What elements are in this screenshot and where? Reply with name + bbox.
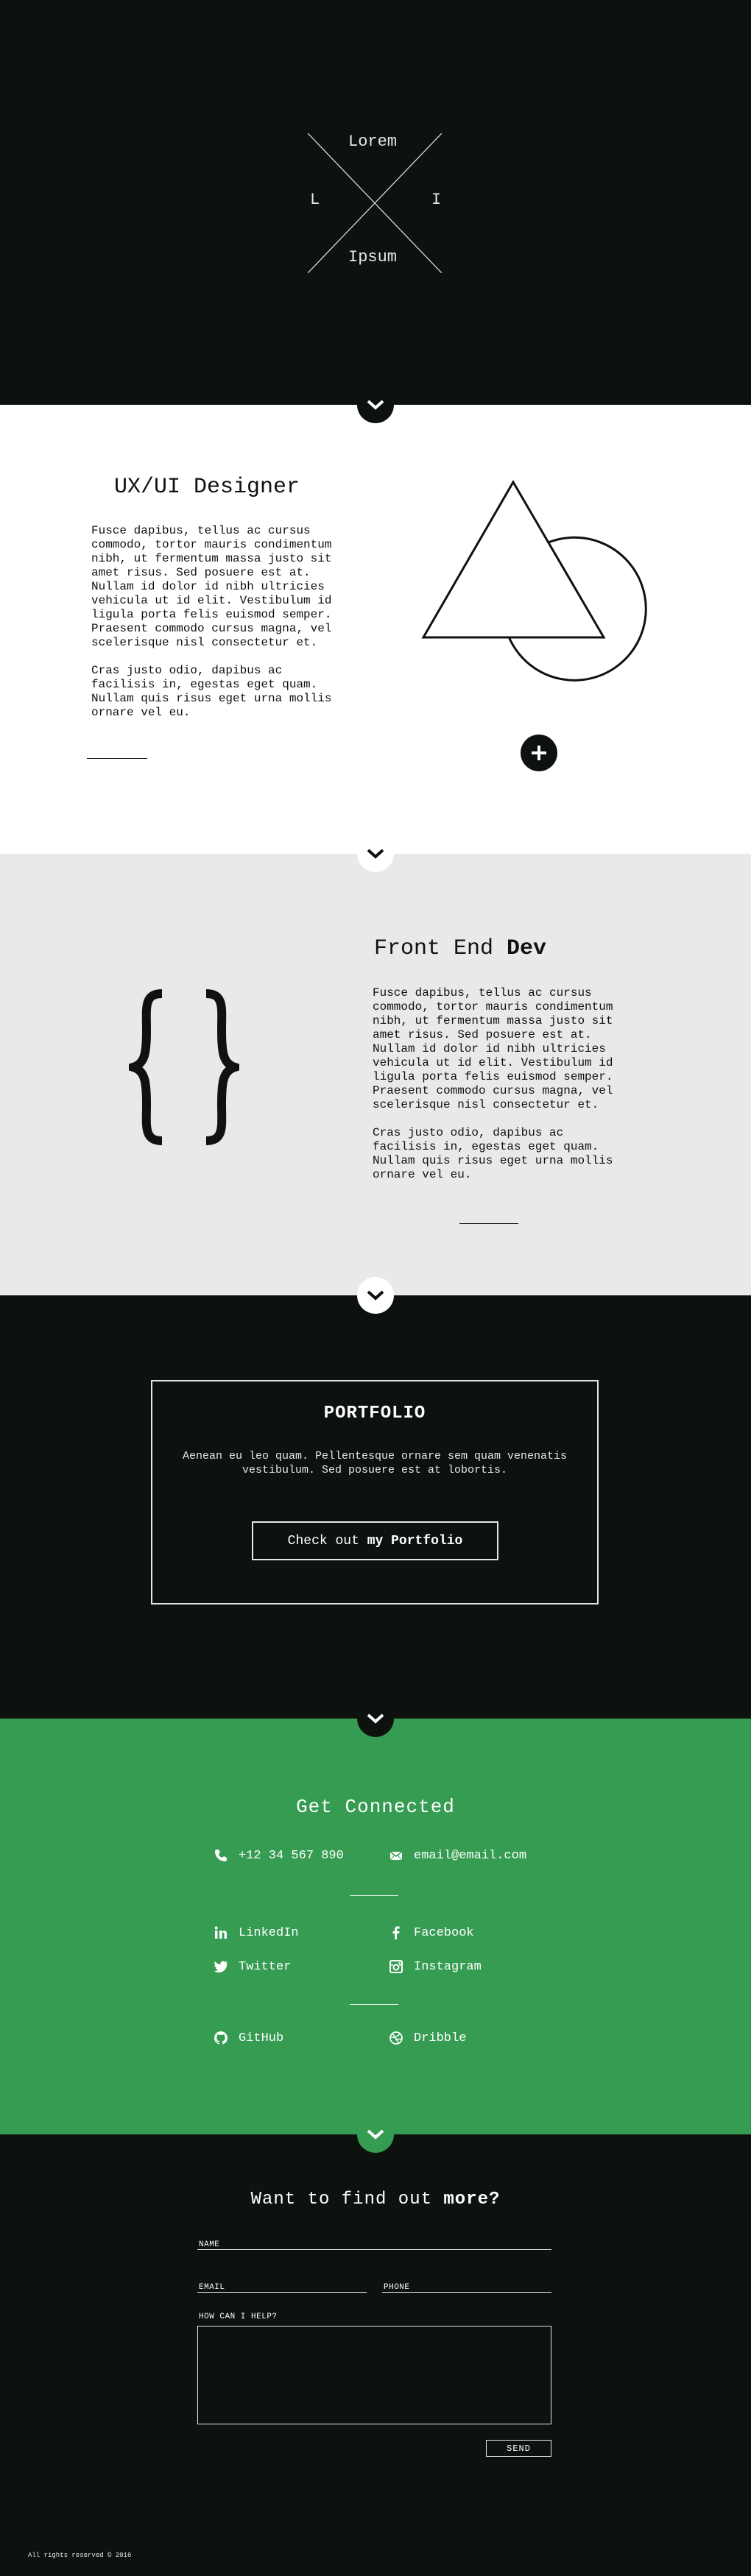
chevron-down-icon: [367, 1713, 384, 1724]
name-input[interactable]: [197, 2234, 551, 2249]
contact-title-part1: Want to find out: [250, 2190, 444, 2209]
front-end-title: Front End Dev: [374, 936, 546, 961]
contact-title-part2: more?: [443, 2190, 501, 2209]
contact-title: Want to find out more?: [0, 2190, 751, 2209]
facebook-icon: [392, 1926, 400, 1939]
chevron-down-icon: [367, 2129, 384, 2140]
footer-copyright: All rights reserved © 2016: [28, 2552, 132, 2559]
portfolio-text: Aenean eu leo quam. Pellentesque ornare …: [182, 1450, 568, 1476]
front-end-title-part1: Front End: [374, 936, 507, 961]
front-end-paragraph-1: Fusce dapibus, tellus ac cursus commodo,…: [373, 986, 613, 1111]
front-end-section: Front End Dev Fusce dapibus, tellus ac c…: [0, 854, 751, 1314]
instagram-text: Instagram: [414, 1959, 482, 1974]
scroll-down-button[interactable]: [357, 2116, 394, 2153]
name-underline: [197, 2249, 551, 2250]
ux-text: Fusce dapibus, tellus ac cursus commodo,…: [91, 524, 343, 734]
ux-section: UX/UI Designer Fusce dapibus, tellus ac …: [0, 405, 751, 872]
dribbble-link[interactable]: Dribble: [389, 2031, 466, 2045]
curly-braces-icon: [129, 989, 239, 1145]
email-link[interactable]: email@email.com: [389, 1848, 526, 1863]
ux-title: UX/UI Designer: [114, 475, 300, 500]
scroll-down-button[interactable]: [357, 386, 394, 423]
instagram-link[interactable]: Instagram: [389, 1959, 482, 1974]
front-end-title-part2: Dev: [507, 936, 547, 961]
email-input[interactable]: [197, 2277, 367, 2292]
add-button[interactable]: [521, 735, 557, 771]
front-end-paragraph-2: Cras justo odio, dapibus ac facilisis in…: [373, 1126, 613, 1181]
linkedin-icon: [214, 1926, 227, 1939]
contact-section: Want to find out more? NAME EMAIL PHONE …: [0, 2134, 751, 2576]
hero-section: Lorem Ipsum L I: [0, 0, 751, 423]
portfolio-title: PORTFOLIO: [323, 1404, 426, 1423]
phone-icon: [215, 1850, 227, 1861]
twitter-text: Twitter: [239, 1959, 292, 1974]
linkedin-text: LinkedIn: [239, 1925, 299, 1940]
github-text: GitHub: [239, 2031, 284, 2045]
email-text: email@email.com: [414, 1848, 527, 1863]
triangle-circle-graphic: [421, 480, 647, 682]
plus-icon: [532, 746, 546, 760]
envelope-icon: [389, 1851, 403, 1861]
connect-divider-2: [350, 2004, 398, 2005]
linkedin-link[interactable]: LinkedIn: [214, 1925, 299, 1940]
ux-paragraph-1: Fusce dapibus, tellus ac cursus commodo,…: [91, 524, 332, 649]
front-end-divider: [459, 1223, 518, 1224]
portfolio-button[interactable]: Check out my Portfolio: [252, 1521, 498, 1560]
front-end-text: Fusce dapibus, tellus ac cursus commodo,…: [373, 986, 627, 1196]
scroll-down-button[interactable]: [357, 1277, 394, 1314]
scroll-down-button[interactable]: [357, 835, 394, 872]
facebook-text: Facebook: [414, 1925, 474, 1940]
ux-divider: [87, 758, 147, 759]
logo-bottom-text: Ipsum: [348, 248, 398, 266]
ux-paragraph-2: Cras justo odio, dapibus ac facilisis in…: [91, 664, 332, 719]
portfolio-card: PORTFOLIO Aenean eu leo quam. Pellentesq…: [151, 1380, 599, 1604]
connect-divider-1: [350, 1895, 398, 1896]
email-underline: [197, 2292, 367, 2293]
facebook-link[interactable]: Facebook: [389, 1925, 474, 1940]
connect-section: Get Connected +12 34 567 890 email@email…: [0, 1719, 751, 2153]
portfolio-section: PORTFOLIO Aenean eu leo quam. Pellentesq…: [0, 1295, 751, 1737]
send-button[interactable]: SEND: [486, 2440, 551, 2457]
phone-text: +12 34 567 890: [239, 1848, 344, 1863]
dribbble-icon: [389, 2031, 403, 2045]
chevron-down-icon: [367, 400, 384, 410]
logo-left-text: L: [310, 191, 320, 209]
github-link[interactable]: GitHub: [214, 2031, 283, 2045]
phone-link[interactable]: +12 34 567 890: [214, 1848, 344, 1863]
chevron-down-icon: [367, 1290, 384, 1301]
message-label: HOW CAN I HELP?: [199, 2313, 278, 2321]
chevron-down-icon: [367, 849, 384, 859]
instagram-icon: [389, 1960, 403, 1973]
phone-input[interactable]: [382, 2277, 551, 2292]
logo-top-text: Lorem: [348, 132, 398, 151]
scroll-down-button[interactable]: [357, 1700, 394, 1737]
twitter-link[interactable]: Twitter: [214, 1959, 291, 1974]
dribbble-text: Dribble: [414, 2031, 467, 2045]
connect-title: Get Connected: [296, 1796, 455, 1818]
github-icon: [214, 2031, 228, 2045]
message-textarea[interactable]: [197, 2326, 551, 2424]
portfolio-button-part2: my Portfolio: [367, 1533, 463, 1549]
phone-underline: [382, 2292, 551, 2293]
portfolio-button-part1: Check out: [287, 1533, 367, 1549]
twitter-icon: [214, 1961, 228, 1973]
logo-right-text: I: [431, 191, 442, 209]
